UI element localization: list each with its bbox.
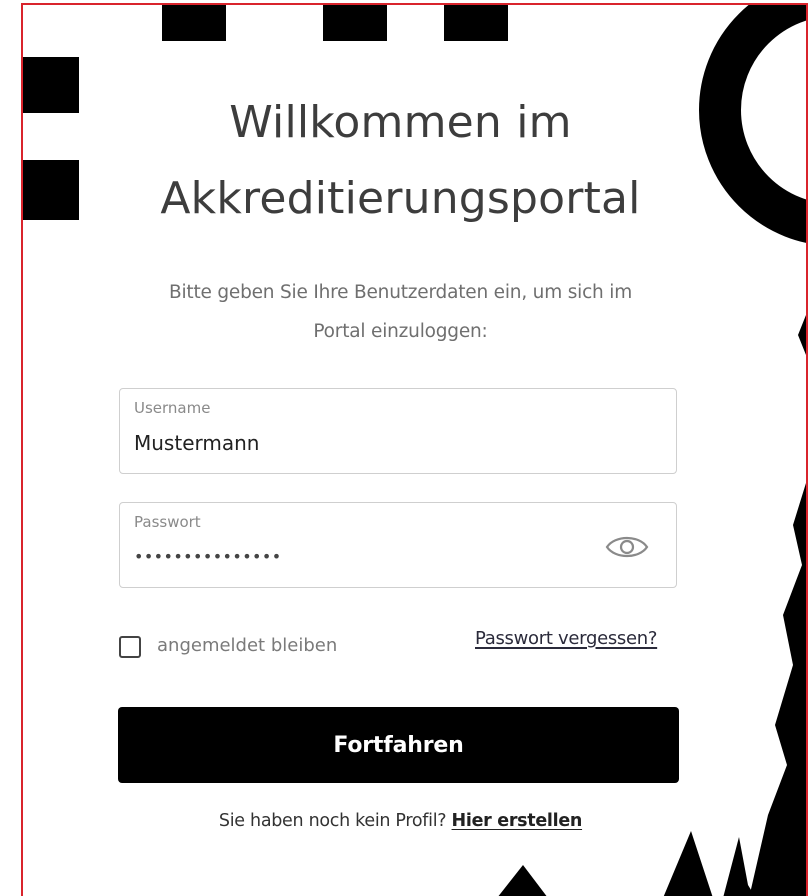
password-label: Passwort bbox=[134, 513, 201, 531]
eye-icon[interactable] bbox=[604, 529, 650, 565]
password-field[interactable]: Passwort ••••••••••••••• bbox=[119, 502, 677, 588]
login-panel: Willkommen im Akkreditierungsportal Bitt… bbox=[23, 5, 806, 896]
remember-me-label: angemeldet bleiben bbox=[157, 634, 338, 656]
password-input[interactable]: ••••••••••••••• bbox=[134, 547, 282, 566]
login-frame: Willkommen im Akkreditierungsportal Bitt… bbox=[21, 3, 808, 896]
login-instructions: Bitte geben Sie Ihre Benutzerdaten ein, … bbox=[113, 273, 688, 351]
forgot-password-link[interactable]: Passwort vergessen? bbox=[475, 628, 657, 649]
login-instructions-line: Portal einzuloggen: bbox=[313, 321, 488, 342]
page-title: Willkommen im Akkreditierungsportal bbox=[23, 85, 778, 237]
username-label: Username bbox=[134, 399, 211, 417]
register-link[interactable]: Hier erstellen bbox=[452, 811, 583, 831]
page-title-line: Willkommen im bbox=[229, 97, 572, 148]
register-prompt: Sie haben noch kein Profil? Hier erstell… bbox=[23, 811, 778, 831]
continue-button[interactable]: Fortfahren bbox=[118, 707, 679, 783]
register-prompt-text: Sie haben noch kein Profil? bbox=[218, 811, 447, 831]
login-instructions-line: Bitte geben Sie Ihre Benutzerdaten ein, … bbox=[168, 282, 633, 303]
username-input[interactable]: Mustermann bbox=[134, 431, 259, 455]
remember-me-checkbox[interactable] bbox=[119, 636, 141, 658]
remember-me-row: angemeldet bleiben bbox=[119, 629, 337, 661]
page-title-line: Akkreditierungsportal bbox=[160, 173, 641, 224]
username-field[interactable]: Username Mustermann bbox=[119, 388, 677, 474]
